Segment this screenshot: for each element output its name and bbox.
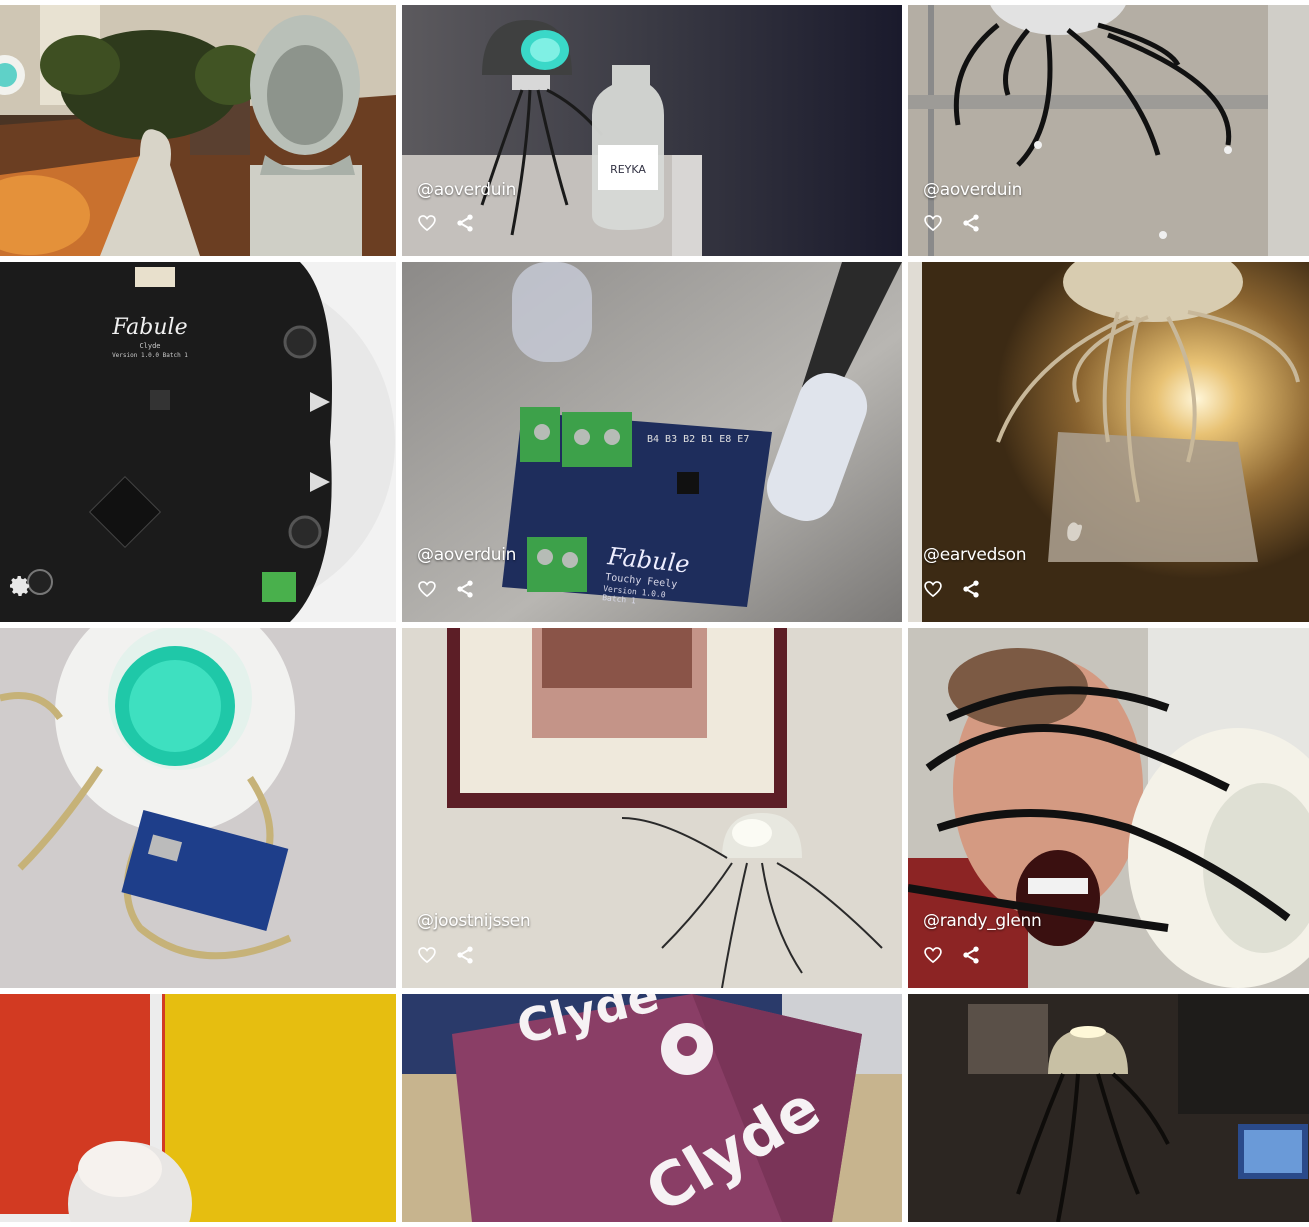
tile-handle[interactable]: @aoverduin bbox=[417, 180, 516, 200]
photo-lamp-over-laptop bbox=[908, 262, 1309, 622]
tile-handle[interactable]: @earvedson bbox=[923, 545, 1027, 565]
share-icon[interactable] bbox=[961, 579, 981, 599]
heart-icon[interactable] bbox=[923, 579, 943, 599]
gallery-tile[interactable] bbox=[0, 5, 396, 256]
photo-touchy-feely-board: B4 B3 B2 B1 E8 E7 Fabule Touchy Feely Ve… bbox=[402, 262, 902, 622]
gallery-tile[interactable]: B4 B3 B2 B1 E8 E7 Fabule Touchy Feely Ve… bbox=[402, 262, 902, 622]
gear-icon[interactable] bbox=[8, 574, 32, 598]
pcb-brand: Fabule bbox=[111, 315, 187, 340]
photo-lamp-below-frame bbox=[402, 628, 902, 988]
gallery-tile[interactable] bbox=[0, 994, 396, 1222]
gallery-tile[interactable]: @joostnijssen bbox=[402, 628, 902, 988]
photo-lamp-and-bottle: REYKA bbox=[402, 5, 902, 256]
bottle-label: REYKA bbox=[610, 163, 646, 176]
gallery-tile[interactable] bbox=[0, 628, 396, 988]
heart-icon[interactable] bbox=[417, 945, 437, 965]
share-icon[interactable] bbox=[961, 213, 981, 233]
photo-man-with-lamp bbox=[908, 628, 1309, 988]
heart-icon[interactable] bbox=[417, 213, 437, 233]
photo-clyde-box: Clyde Clyde bbox=[402, 994, 902, 1222]
share-icon[interactable] bbox=[455, 945, 475, 965]
share-icon[interactable] bbox=[961, 945, 981, 965]
gallery-tile[interactable]: @aoverduin bbox=[908, 5, 1309, 256]
gallery-tile[interactable]: Fabule Clyde Version 1.0.0 Batch 1 bbox=[0, 262, 396, 622]
heart-icon[interactable] bbox=[923, 213, 943, 233]
photo-lamp-in-office bbox=[908, 994, 1309, 1222]
photo-lamp-with-arduino bbox=[0, 628, 396, 988]
board-pins: B4 B3 B2 B1 E8 E7 bbox=[647, 434, 749, 445]
photo-plant-and-busts bbox=[0, 5, 396, 256]
photo-lamp-red-yellow bbox=[0, 994, 396, 1222]
pcb-subtitle: Clyde bbox=[139, 342, 160, 350]
gallery-tile[interactable]: Clyde Clyde bbox=[402, 994, 902, 1222]
tile-handle[interactable]: @aoverduin bbox=[923, 180, 1022, 200]
gallery-tile[interactable]: @earvedson bbox=[908, 262, 1309, 622]
heart-icon[interactable] bbox=[923, 945, 943, 965]
tile-handle[interactable]: @aoverduin bbox=[417, 545, 516, 565]
tile-handle[interactable]: @randy_glenn bbox=[923, 911, 1042, 931]
tile-handle[interactable]: @joostnijssen bbox=[417, 911, 531, 931]
gallery-tile[interactable] bbox=[908, 994, 1309, 1222]
gallery-tile[interactable]: @randy_glenn bbox=[908, 628, 1309, 988]
gallery-tile[interactable]: REYKA @aoverduin bbox=[402, 5, 902, 256]
pcb-version: Version 1.0.0 Batch 1 bbox=[112, 352, 188, 359]
share-icon[interactable] bbox=[455, 579, 475, 599]
photo-pcb-board: Fabule Clyde Version 1.0.0 Batch 1 bbox=[0, 262, 396, 622]
heart-icon[interactable] bbox=[417, 579, 437, 599]
share-icon[interactable] bbox=[455, 213, 475, 233]
